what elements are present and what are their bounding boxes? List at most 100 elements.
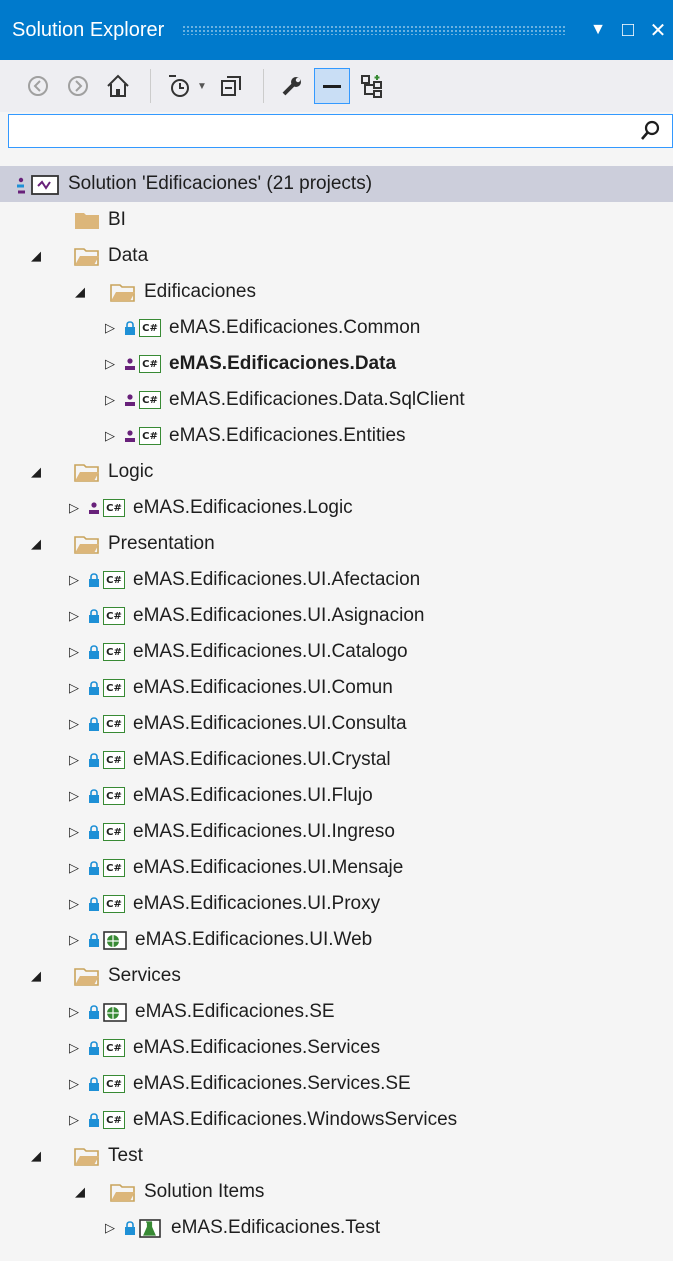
maximize-icon[interactable]: □ [613, 10, 643, 50]
forward-icon[interactable] [60, 68, 96, 104]
tree-row-project[interactable]: ▷ C# eMAS.Edificaciones.Logic [0, 490, 673, 526]
tree-item-label: Logic [108, 461, 154, 482]
tree-row-folder[interactable]: BI [0, 202, 673, 238]
expanded-arrow-icon[interactable]: ◢ [28, 464, 44, 480]
open-folder-icon [74, 536, 99, 554]
expanded-arrow-icon[interactable]: ◢ [28, 248, 44, 264]
tree-row-solution[interactable]: Solution 'Edificaciones' (21 projects) [0, 166, 673, 202]
tree-row-project[interactable]: ▷ C# eMAS.Edificaciones.UI.Flujo [0, 778, 673, 814]
collapsed-arrow-icon[interactable]: ▷ [66, 860, 82, 876]
toolbar: ▼ [0, 60, 673, 112]
search-icon[interactable] [640, 119, 662, 148]
tree-row-folder[interactable]: ◢ Edificaciones [0, 274, 673, 310]
expanded-arrow-icon[interactable]: ◢ [28, 536, 44, 552]
collapsed-arrow-icon[interactable]: ▷ [66, 716, 82, 732]
collapse-all-icon[interactable] [213, 68, 249, 104]
open-folder-icon [74, 248, 99, 266]
collapsed-arrow-icon[interactable]: ▷ [102, 392, 118, 408]
csharp-project-icon: C# [139, 391, 161, 409]
tree-row-folder[interactable]: ◢ Solution Items [0, 1174, 673, 1210]
tree-row-project[interactable]: ▷ C# eMAS.Edificaciones.UI.Comun [0, 670, 673, 706]
window-menu-dropdown-icon[interactable]: ▼ [583, 10, 613, 50]
collapsed-arrow-icon[interactable]: ▷ [102, 320, 118, 336]
tree-row-project[interactable]: ▷ C# eMAS.Edificaciones.UI.Proxy [0, 886, 673, 922]
open-folder-icon [74, 1148, 99, 1166]
tree-row-folder[interactable]: ◢ Services [0, 958, 673, 994]
collapsed-arrow-icon[interactable]: ▷ [66, 896, 82, 912]
csharp-project-icon: C# [103, 787, 125, 805]
collapsed-arrow-icon[interactable]: ▷ [102, 356, 118, 372]
back-icon[interactable] [20, 68, 56, 104]
collapsed-arrow-icon[interactable]: ▷ [66, 1004, 82, 1020]
collapsed-arrow-icon[interactable]: ▷ [66, 608, 82, 624]
collapsed-arrow-icon[interactable]: ▷ [102, 428, 118, 444]
drag-grip[interactable] [182, 25, 565, 35]
lock-icon [125, 1221, 135, 1235]
collapsed-arrow-icon[interactable]: ▷ [66, 932, 82, 948]
lock-icon [89, 1113, 99, 1127]
expanded-arrow-icon[interactable]: ◢ [72, 284, 88, 300]
csharp-project-icon: C# [103, 571, 125, 589]
tree-row-project[interactable]: ▷ C# eMAS.Edificaciones.WindowsServices [0, 1102, 673, 1138]
collapsed-arrow-icon[interactable]: ▷ [66, 1076, 82, 1092]
tree-item-label: eMAS.Edificaciones.UI.Mensaje [133, 857, 404, 878]
solution-label: Solution 'Edificaciones' (21 projects) [68, 173, 373, 194]
tree-item-label: eMAS.Edificaciones.UI.Asignacion [133, 605, 425, 626]
tree-item-label: eMAS.Edificaciones.UI.Afectacion [133, 569, 421, 590]
tree-row-project[interactable]: ▷ C# eMAS.Edificaciones.Entities [0, 418, 673, 454]
tree-row-project[interactable]: ▷ eMAS.Edificaciones.Test [0, 1210, 673, 1246]
tree-row-project[interactable]: ▷ C# eMAS.Edificaciones.UI.Asignacion [0, 598, 673, 634]
collapsed-arrow-icon[interactable]: ▷ [66, 644, 82, 660]
close-icon[interactable]: ✕ [643, 10, 673, 50]
tree-row-folder[interactable]: ◢ Data [0, 238, 673, 274]
tree-item-label: eMAS.Edificaciones.UI.Consulta [133, 713, 407, 734]
pending-changes-icon[interactable] [161, 68, 197, 104]
csharp-project-icon: C# [139, 427, 161, 445]
tree-item-label: eMAS.Edificaciones.UI.Crystal [133, 749, 391, 770]
collapsed-arrow-icon[interactable]: ▷ [66, 824, 82, 840]
lock-icon [89, 861, 99, 875]
tree-row-project[interactable]: ▷ C# eMAS.Edificaciones.Common [0, 310, 673, 346]
home-icon[interactable] [100, 68, 136, 104]
tree-item-label: Edificaciones [144, 281, 256, 302]
tree-row-project[interactable]: ▷ C# eMAS.Edificaciones.Data [0, 346, 673, 382]
tree-item-label: eMAS.Edificaciones.Services.SE [133, 1073, 411, 1094]
tree-item-label: eMAS.Edificaciones.UI.Proxy [133, 893, 381, 914]
search-input[interactable] [13, 119, 617, 145]
tree-row-folder[interactable]: ◢ Presentation [0, 526, 673, 562]
tree-row-project[interactable]: ▷ eMAS.Edificaciones.UI.Web [0, 922, 673, 958]
collapsed-arrow-icon[interactable]: ▷ [66, 1112, 82, 1128]
open-folder-icon [74, 968, 99, 986]
tree-row-project[interactable]: ▷ C# eMAS.Edificaciones.Data.SqlClient [0, 382, 673, 418]
tree-row-project[interactable]: ▷ C# eMAS.Edificaciones.UI.Ingreso [0, 814, 673, 850]
collapsed-arrow-icon[interactable]: ▷ [66, 1040, 82, 1056]
tree-row-project[interactable]: ▷ C# eMAS.Edificaciones.UI.Catalogo [0, 634, 673, 670]
tree-row-project[interactable]: ▷ C# eMAS.Edificaciones.Services [0, 1030, 673, 1066]
properties-icon[interactable] [274, 68, 310, 104]
collapsed-arrow-icon[interactable]: ▷ [66, 788, 82, 804]
tree-row-folder[interactable]: ◢ Logic [0, 454, 673, 490]
tree-item-label: Presentation [108, 533, 215, 554]
tree-row-project[interactable]: ▷ C# eMAS.Edificaciones.UI.Crystal [0, 742, 673, 778]
collapsed-arrow-icon[interactable]: ▷ [66, 680, 82, 696]
collapsed-arrow-icon[interactable]: ▷ [66, 752, 82, 768]
search-box[interactable] [8, 114, 673, 148]
collapsed-arrow-icon[interactable]: ▷ [102, 1220, 118, 1236]
lock-icon [89, 1005, 99, 1019]
pending-changes-dropdown-icon[interactable]: ▼ [197, 81, 207, 92]
tree-row-project[interactable]: ▷ eMAS.Edificaciones.SE [0, 994, 673, 1030]
tree-row-project[interactable]: ▷ C# eMAS.Edificaciones.UI.Afectacion [0, 562, 673, 598]
collapsed-arrow-icon[interactable]: ▷ [66, 572, 82, 588]
collapsed-arrow-icon[interactable]: ▷ [66, 500, 82, 516]
tree-row-project[interactable]: ▷ C# eMAS.Edificaciones.Services.SE [0, 1066, 673, 1102]
preview-selected-icon[interactable] [313, 68, 350, 104]
expanded-arrow-icon[interactable]: ◢ [28, 1148, 44, 1164]
tree-row-project[interactable]: ▷ C# eMAS.Edificaciones.UI.Consulta [0, 706, 673, 742]
csharp-project-icon: C# [139, 355, 161, 373]
tree-row-folder[interactable]: ◢ Test [0, 1138, 673, 1174]
class-view-icon[interactable] [354, 68, 390, 104]
csharp-project-icon: C# [103, 895, 125, 913]
expanded-arrow-icon[interactable]: ◢ [72, 1184, 88, 1200]
tree-row-project[interactable]: ▷ C# eMAS.Edificaciones.UI.Mensaje [0, 850, 673, 886]
expanded-arrow-icon[interactable]: ◢ [28, 968, 44, 984]
